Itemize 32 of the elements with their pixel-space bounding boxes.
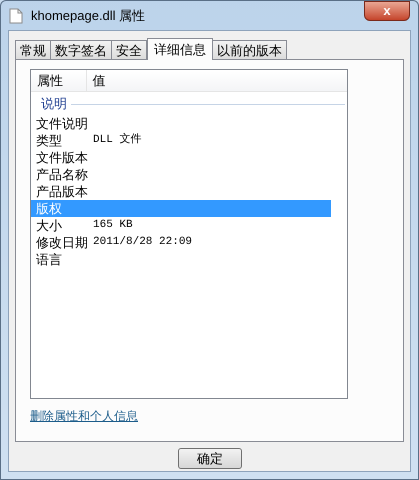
- property-row[interactable]: 语言: [31, 251, 331, 268]
- file-icon: [9, 8, 23, 24]
- tab[interactable]: 常规: [15, 40, 51, 59]
- tab[interactable]: 安全: [111, 40, 147, 59]
- property-name: 修改日期: [36, 234, 89, 251]
- property-name: 版权: [36, 200, 63, 217]
- property-name: 文件说明: [36, 115, 89, 132]
- column-header[interactable]: 属性: [31, 70, 87, 91]
- tab[interactable]: 以前的版本: [212, 40, 287, 59]
- property-row[interactable]: 文件版本: [31, 149, 331, 166]
- property-row[interactable]: 修改日期 2011/8/28 22:09: [31, 234, 331, 251]
- remove-properties-link[interactable]: 删除属性和个人信息: [30, 407, 138, 425]
- tab[interactable]: 数字签名: [50, 40, 112, 59]
- group-header: 说明: [41, 95, 67, 114]
- property-row[interactable]: 大小 165 KB: [31, 217, 331, 234]
- column-header[interactable]: 值: [86, 70, 347, 91]
- ok-button[interactable]: 确定: [178, 448, 242, 469]
- property-name: 语言: [36, 251, 63, 268]
- property-name: 文件版本: [36, 149, 89, 166]
- property-name: 产品版本: [36, 183, 89, 200]
- property-name: 产品名称: [36, 166, 89, 183]
- property-value: 165 KB: [93, 218, 133, 233]
- window-title: khomepage.dll 属性: [31, 6, 146, 25]
- property-name: 大小: [36, 217, 63, 234]
- property-name: 类型: [36, 132, 63, 149]
- property-row[interactable]: 文件说明: [31, 115, 331, 132]
- property-row[interactable]: 产品版本: [31, 183, 331, 200]
- property-value: 2011/8/28 22:09: [93, 235, 192, 250]
- tab[interactable]: 详细信息: [147, 38, 213, 60]
- property-row[interactable]: 类型 DLL 文件: [31, 132, 331, 149]
- property-value: DLL 文件: [93, 132, 142, 148]
- property-row[interactable]: 产品名称: [31, 166, 331, 183]
